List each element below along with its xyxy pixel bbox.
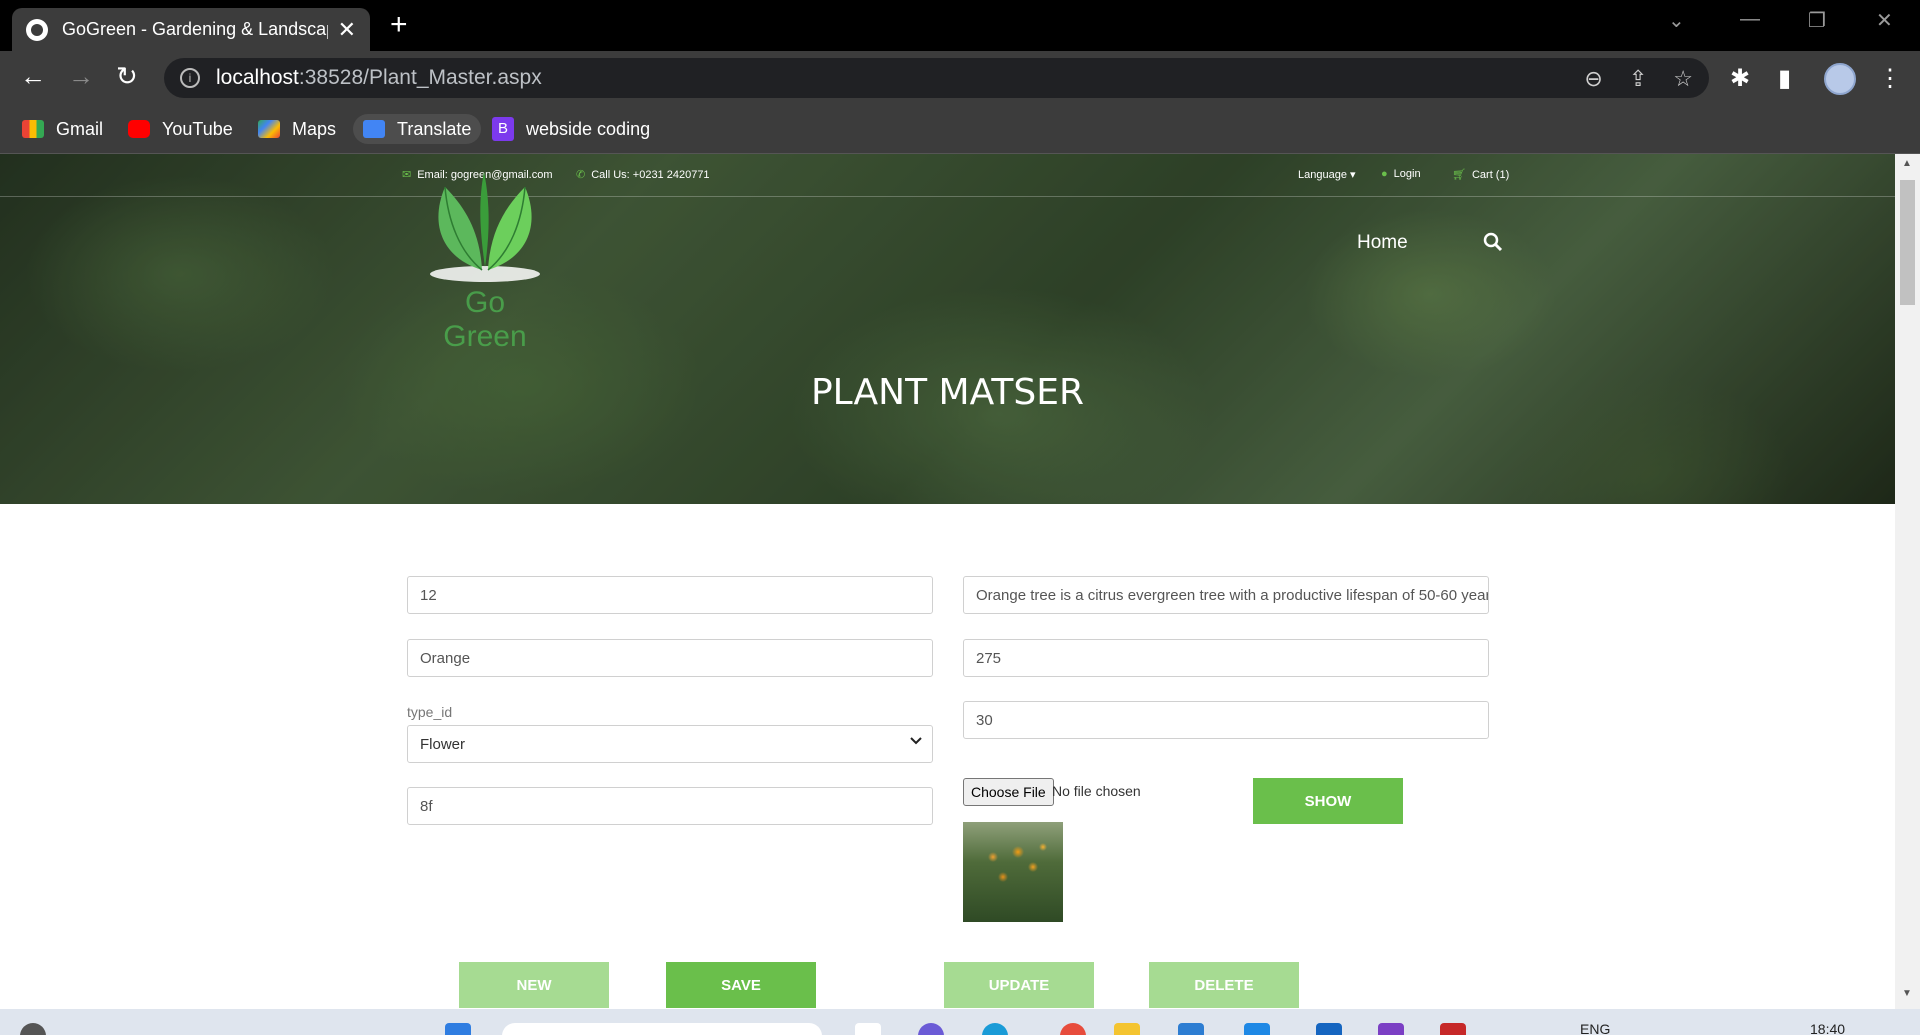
close-window-button[interactable]: ✕ xyxy=(1876,8,1893,33)
weather-icon[interactable] xyxy=(20,1023,46,1035)
bookmark-star-icon[interactable]: ☆ xyxy=(1673,66,1693,92)
cart-icon: 🛒︎ xyxy=(1452,169,1466,181)
store-icon[interactable] xyxy=(1178,1023,1204,1035)
reload-icon[interactable]: ↻ xyxy=(116,62,138,90)
tab-search-icon[interactable]: ⌄ xyxy=(1668,8,1685,33)
app-icon[interactable] xyxy=(1316,1023,1342,1035)
bookmark-youtube[interactable]: YouTube xyxy=(128,114,233,144)
logo-text: Go Green xyxy=(443,286,527,353)
zoom-icon[interactable]: ⊖ xyxy=(1584,66,1602,92)
cart-link[interactable]: 🛒︎ Cart (1) xyxy=(1452,168,1509,182)
side-panel-icon[interactable]: ▮ xyxy=(1778,64,1791,93)
language-dropdown[interactable]: Language ▾ xyxy=(1298,168,1356,181)
choose-file-button[interactable]: Choose File xyxy=(963,778,1054,806)
profile-avatar[interactable] xyxy=(1824,63,1856,95)
new-button[interactable]: NEW xyxy=(459,962,609,1008)
delete-button[interactable]: DELETE xyxy=(1149,962,1299,1008)
share-icon[interactable]: ⇪ xyxy=(1629,66,1647,92)
size-input[interactable]: 8f xyxy=(407,787,933,825)
browser-tab-strip: GoGreen - Gardening & Landscap ✕ + ⌄ — ❐… xyxy=(0,0,1920,51)
update-button[interactable]: UPDATE xyxy=(944,962,1094,1008)
bookmark-webside-coding[interactable]: B webside coding xyxy=(492,114,650,144)
file-explorer-icon[interactable] xyxy=(1114,1023,1140,1035)
url-path: :38528/Plant_Master.aspx xyxy=(298,66,542,89)
web-page: ✉ Email: gogreen@gmail.com ✆ Call Us: +0… xyxy=(0,154,1895,1009)
taskbar-search-box[interactable] xyxy=(502,1023,822,1035)
scrollbar-thumb[interactable] xyxy=(1900,180,1915,305)
header-phone: ✆ Call Us: +0231 2420771 xyxy=(576,168,710,182)
new-tab-button[interactable]: + xyxy=(390,8,408,42)
chevron-down-icon xyxy=(910,737,922,745)
visual-studio-icon[interactable] xyxy=(1378,1023,1404,1035)
plant-name-input[interactable]: Orange xyxy=(407,639,933,677)
scroll-down-icon[interactable]: ▼ xyxy=(1902,988,1912,999)
translate-icon xyxy=(363,120,385,138)
forward-icon[interactable]: → xyxy=(68,62,94,90)
back-icon[interactable]: ← xyxy=(20,62,46,90)
start-icon[interactable] xyxy=(445,1023,471,1035)
plant-image-preview xyxy=(963,822,1063,922)
envelope-icon: ✉ xyxy=(402,169,412,181)
site-logo[interactable]: Go Green xyxy=(420,162,550,353)
hero-banner xyxy=(0,154,1895,504)
address-bar[interactable]: i localhost:38528/Plant_Master.aspx ⊖ ⇪ … xyxy=(164,58,1709,98)
type-selected-value: Flower xyxy=(420,735,466,753)
minimize-button[interactable]: — xyxy=(1740,8,1760,31)
browser-tab[interactable]: GoGreen - Gardening & Landscap ✕ xyxy=(12,8,370,51)
close-tab-icon[interactable]: ✕ xyxy=(338,17,356,43)
extensions-icon[interactable]: ✱ xyxy=(1730,64,1750,93)
bookmark-translate[interactable]: Translate xyxy=(353,114,482,144)
save-button[interactable]: SAVE xyxy=(666,962,816,1008)
restore-button[interactable]: ❐ xyxy=(1808,8,1826,33)
show-button[interactable]: SHOW xyxy=(1253,778,1403,824)
phone-icon: ✆ xyxy=(576,169,586,181)
price-input[interactable]: 275 xyxy=(963,639,1489,677)
login-link[interactable]: ● Login xyxy=(1381,168,1421,180)
description-input[interactable]: Orange tree is a citrus evergreen tree w… xyxy=(963,576,1489,614)
chrome-icon[interactable] xyxy=(1060,1023,1086,1035)
site-info-icon[interactable]: i xyxy=(180,68,200,88)
browser-toolbar: ← → ↻ i localhost:38528/Plant_Master.asp… xyxy=(0,51,1920,104)
task-view-icon[interactable] xyxy=(855,1023,881,1035)
edge-icon[interactable] xyxy=(982,1023,1008,1035)
maps-icon xyxy=(258,120,280,138)
page-title: PLANT MATSER xyxy=(810,372,1085,413)
type-id-select[interactable]: Flower xyxy=(407,725,933,763)
os-taskbar: ENG 18:40 xyxy=(0,1009,1920,1035)
file-status: No file chosen xyxy=(1052,783,1141,799)
calendar-icon[interactable] xyxy=(1440,1023,1466,1035)
plant-id-input[interactable]: 12 xyxy=(407,576,933,614)
language-indicator[interactable]: ENG xyxy=(1580,1021,1610,1035)
mail-icon[interactable] xyxy=(1244,1023,1270,1035)
url-host: localhost xyxy=(216,66,299,89)
header-divider xyxy=(0,196,1895,197)
globe-icon xyxy=(26,18,48,41)
scroll-up-icon[interactable]: ▲ xyxy=(1902,158,1912,169)
gmail-icon xyxy=(22,120,44,138)
bookmarks-bar: Gmail YouTube Maps Translate B webside c… xyxy=(0,104,1920,154)
bookmark-maps[interactable]: Maps xyxy=(258,114,336,144)
leaf-logo-icon xyxy=(430,172,540,282)
nav-home-link[interactable]: Home xyxy=(1357,232,1408,254)
bootstrap-icon: B xyxy=(492,117,514,141)
search-icon[interactable] xyxy=(1483,232,1503,257)
quantity-input[interactable]: 30 xyxy=(963,701,1489,739)
bookmark-gmail[interactable]: Gmail xyxy=(22,114,103,144)
teams-icon[interactable] xyxy=(918,1023,944,1035)
user-icon: ● xyxy=(1381,168,1388,180)
tab-title: GoGreen - Gardening & Landscap xyxy=(62,19,328,39)
clock-time[interactable]: 18:40 xyxy=(1810,1021,1845,1035)
page-scrollbar[interactable]: ▲ ▼ xyxy=(1895,154,1920,1009)
menu-dots-icon[interactable]: ⋮ xyxy=(1878,64,1902,93)
type-id-label: type_id xyxy=(407,704,453,720)
youtube-icon xyxy=(128,120,150,138)
